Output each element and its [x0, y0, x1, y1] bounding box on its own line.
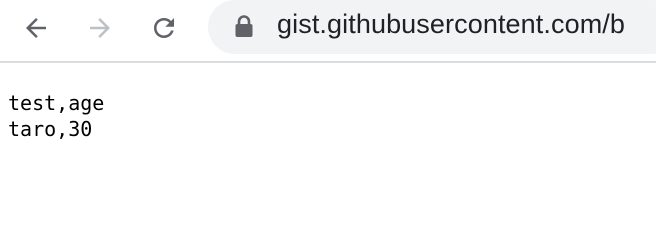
arrow-right-icon [85, 13, 115, 43]
reload-icon [149, 13, 179, 43]
back-button[interactable] [14, 6, 58, 50]
arrow-left-icon [21, 13, 51, 43]
page-content: test,age taro,30 [8, 90, 104, 142]
url-text: gist.githubusercontent.com/b [277, 9, 625, 39]
text-line: test,age [8, 91, 105, 115]
address-bar[interactable]: gist.githubusercontent.com/b [208, 0, 656, 54]
forward-button[interactable] [78, 6, 122, 50]
browser-toolbar: gist.githubusercontent.com/b [0, 0, 656, 63]
text-line: taro,30 [8, 117, 93, 141]
lock-icon[interactable] [234, 15, 254, 39]
reload-button[interactable] [142, 6, 186, 50]
